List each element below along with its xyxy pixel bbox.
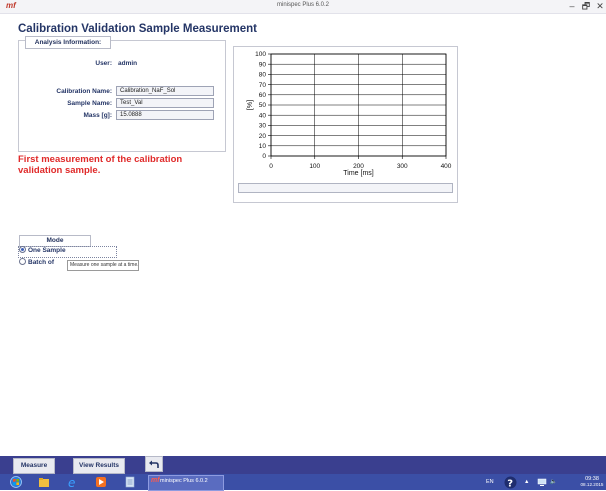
user-value: admin: [118, 60, 138, 67]
language-indicator[interactable]: EN: [486, 479, 494, 485]
file-explorer-icon[interactable]: [38, 476, 50, 488]
mass-label: Mass [g]:: [83, 112, 112, 119]
maximize-button[interactable]: 🗗: [579, 0, 593, 13]
start-orb-icon[interactable]: [10, 476, 22, 488]
svg-text:e: e: [68, 476, 75, 488]
calibration-name-label: Calibration Name:: [56, 88, 112, 95]
radio-unselected-icon[interactable]: [19, 257, 26, 265]
volume-icon[interactable]: 🔈: [550, 479, 557, 485]
measurement-progress-bar: [238, 183, 453, 193]
svg-text:?: ?: [507, 478, 513, 489]
clock-date: 08.12.2015: [580, 482, 604, 487]
y-tick-label: 90: [259, 61, 267, 68]
page-title: Calibration Validation Sample Measuremen…: [18, 23, 258, 35]
taskbar-app-label: minispec Plus 6.0.2: [160, 478, 208, 484]
sample-name-label: Sample Name:: [67, 100, 112, 107]
y-tick-label: 30: [259, 123, 267, 130]
x-tick-label: 200: [353, 163, 364, 170]
status-message: First measurement of the calibration val…: [18, 154, 183, 176]
y-tick-label: 80: [259, 72, 267, 79]
y-tick-label: 0: [262, 153, 266, 160]
mode-tooltip: Measure one sample at a time.: [67, 260, 139, 271]
tray-chevron-icon[interactable]: ▲: [524, 479, 529, 485]
internet-explorer-icon[interactable]: e: [67, 476, 79, 488]
y-tick-label: 10: [259, 143, 267, 150]
x-tick-label: 400: [441, 163, 452, 170]
network-icon[interactable]: [537, 478, 547, 487]
y-tick-label: 100: [255, 51, 266, 58]
minimize-button[interactable]: –: [565, 0, 579, 13]
window-title: minispec Plus 6.0.2: [276, 2, 330, 8]
y-tick-label: 20: [259, 133, 267, 140]
measure-button[interactable]: Measure: [13, 458, 55, 474]
undo-button[interactable]: [145, 456, 163, 472]
y-tick-label: 70: [259, 82, 267, 89]
help-icon[interactable]: ?: [504, 476, 517, 489]
close-button[interactable]: ✕: [593, 0, 606, 13]
undo-arrow-icon: [149, 460, 159, 468]
calibration-name-field[interactable]: [116, 86, 214, 96]
one-sample-option[interactable]: One Sample: [19, 245, 66, 256]
batch-label: Batch of: [28, 259, 54, 266]
x-tick-label: 100: [309, 163, 320, 170]
sample-name-field[interactable]: [116, 98, 214, 108]
x-tick-label: 0: [269, 163, 273, 170]
x-tick-label: 300: [397, 163, 408, 170]
one-sample-label: One Sample: [28, 247, 66, 254]
analysis-info-panel: [18, 40, 226, 152]
document-icon[interactable]: [124, 476, 136, 488]
y-tick-label: 40: [259, 112, 267, 119]
user-label: User:: [95, 60, 112, 67]
view-results-button[interactable]: View Results: [73, 458, 125, 474]
radio-selected-icon[interactable]: [19, 245, 26, 253]
media-player-icon[interactable]: [95, 476, 107, 488]
taskbar-app-logo: mf: [151, 477, 160, 484]
y-tick-label: 50: [259, 102, 267, 109]
analysis-info-label: Analysis Information:: [25, 36, 111, 49]
batch-option[interactable]: Batch of: [19, 257, 54, 268]
y-tick-label: 60: [259, 92, 267, 99]
y-axis-label: [%]: [247, 100, 254, 110]
measurement-chart: 0 10 20 30 40 50 60 70 80 90 100 0 100 200 300 400 Time …: [247, 51, 452, 177]
mass-field[interactable]: [116, 110, 214, 120]
x-axis-label: Time [ms]: [343, 170, 374, 177]
clock[interactable]: 09:38 08.12.2015: [578, 476, 606, 488]
